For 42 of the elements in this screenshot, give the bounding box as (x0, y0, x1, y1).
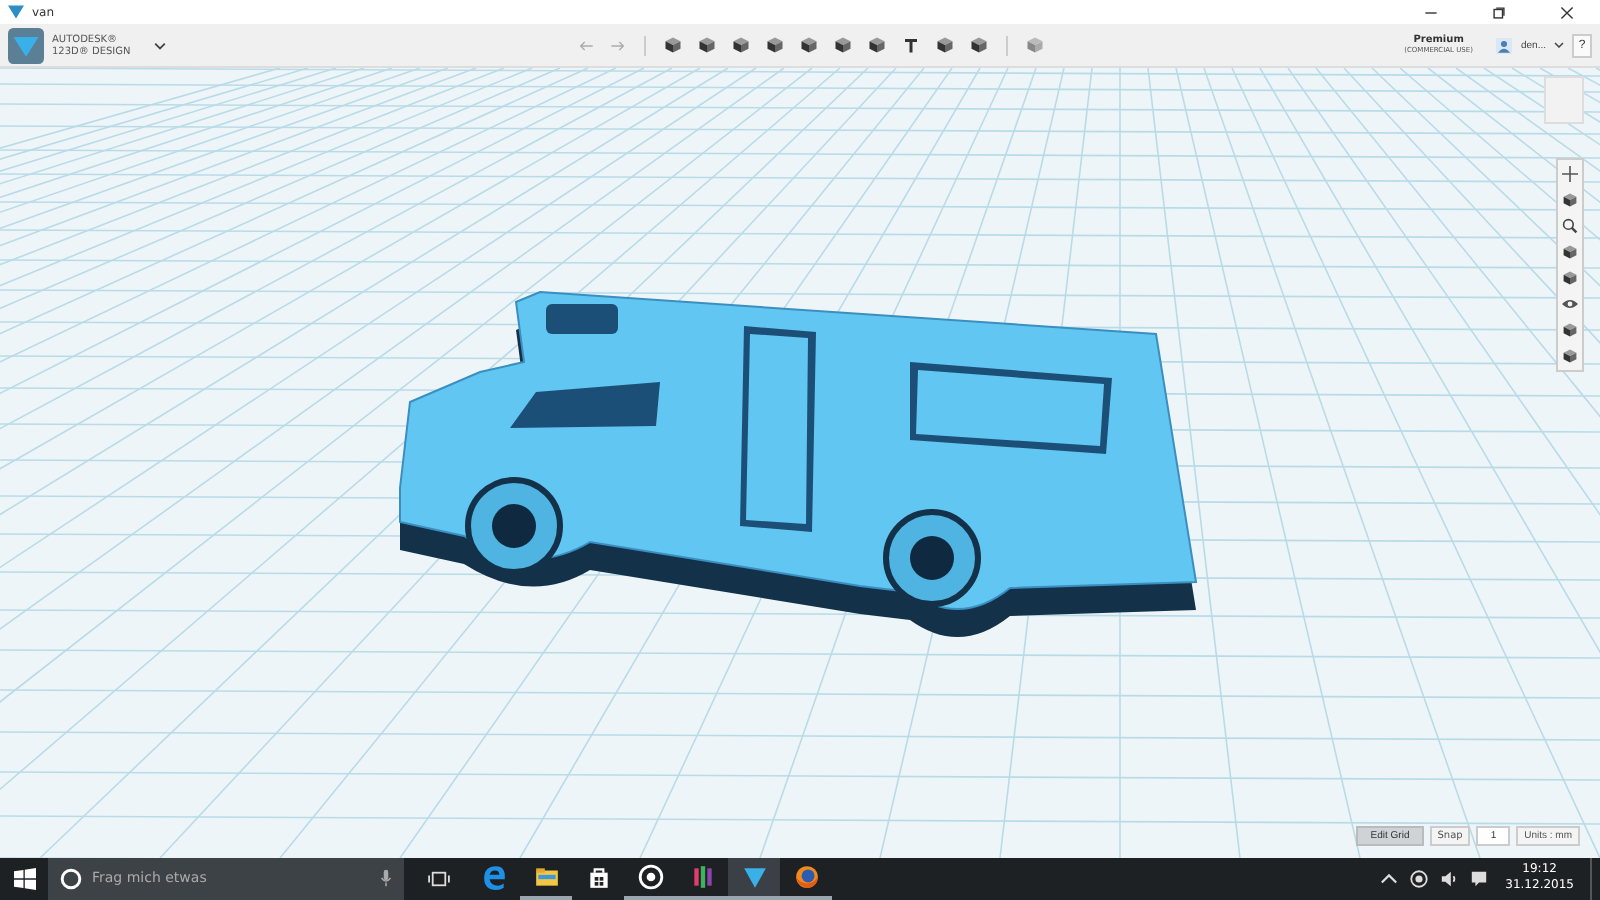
maximize-icon (1491, 5, 1505, 19)
close-icon (1559, 5, 1573, 19)
cortana-circle-icon (60, 867, 82, 889)
cube-icon[interactable] (1562, 244, 1578, 260)
app-logo-icon[interactable] (8, 27, 44, 63)
cube-icon[interactable] (732, 36, 751, 54)
chevron-up-icon[interactable] (1379, 869, 1398, 887)
chevron-down-icon[interactable] (1554, 42, 1564, 48)
cube-icon[interactable] (1562, 322, 1578, 338)
cube-icon[interactable] (834, 36, 853, 54)
disc-icon (637, 863, 663, 889)
notification-icon[interactable] (1469, 869, 1488, 887)
taskbar-app[interactable] (728, 856, 780, 900)
cube-icon[interactable] (664, 36, 683, 54)
record-icon[interactable] (1409, 869, 1428, 887)
zoom-icon[interactable] (1562, 218, 1578, 234)
microphone-icon[interactable] (380, 868, 392, 888)
cube-icon[interactable] (1562, 270, 1578, 286)
cube-icon[interactable] (970, 36, 989, 54)
cube-icon[interactable] (800, 36, 819, 54)
cube-icon[interactable] (868, 36, 887, 54)
cube-icon[interactable] (698, 36, 717, 54)
cube-icon[interactable] (1562, 192, 1578, 208)
shopping-bag-icon (585, 863, 611, 889)
globe-fox-icon (793, 863, 819, 889)
eye-icon[interactable] (1562, 296, 1578, 312)
text-icon[interactable] (902, 36, 921, 54)
color-bars-icon (689, 863, 715, 889)
folder-icon (533, 863, 559, 889)
cube-icon[interactable] (936, 36, 955, 54)
cube-icon[interactable] (1562, 348, 1578, 364)
browser-e-icon (481, 863, 507, 889)
speaker-icon[interactable] (1439, 869, 1458, 887)
move-icon[interactable] (1562, 166, 1578, 182)
chevron-down-icon[interactable] (154, 41, 167, 49)
app-logo-icon (8, 4, 24, 20)
van-model-drawing[interactable] (399, 291, 1197, 637)
task-view-icon[interactable] (428, 869, 450, 887)
user-avatar-icon (1496, 37, 1513, 53)
triangle-logo-icon (741, 863, 767, 889)
windows-logo-icon (13, 867, 35, 889)
cube-icon[interactable] (766, 36, 785, 54)
